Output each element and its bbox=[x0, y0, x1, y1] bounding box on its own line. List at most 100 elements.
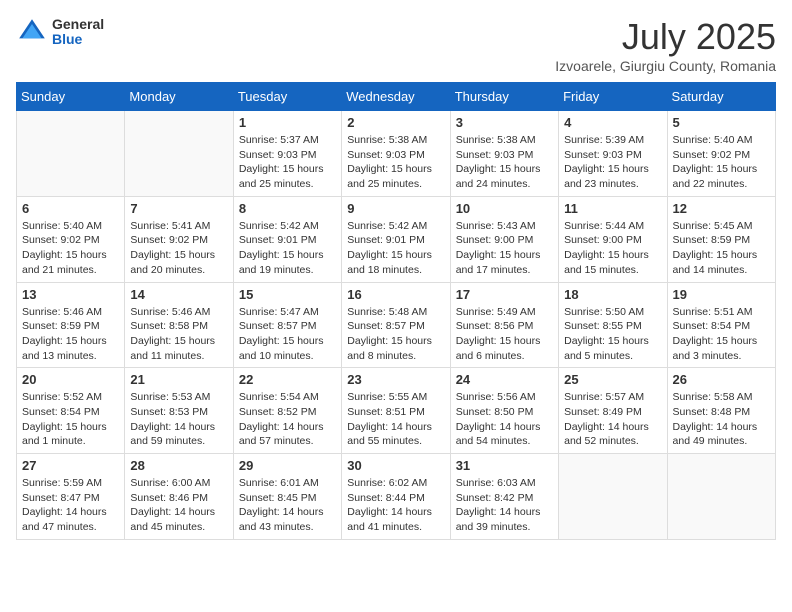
weekday-header-wednesday: Wednesday bbox=[342, 83, 450, 111]
day-number: 30 bbox=[347, 458, 444, 473]
day-number: 16 bbox=[347, 287, 444, 302]
calendar-cell: 24 Sunrise: 5:56 AM Sunset: 8:50 PM Dayli… bbox=[450, 368, 558, 454]
day-info: Sunrise: 5:50 AM Sunset: 8:55 PM Dayligh… bbox=[564, 305, 661, 364]
calendar-cell: 2 Sunrise: 5:38 AM Sunset: 9:03 PM Daylig… bbox=[342, 111, 450, 197]
weekday-row: SundayMondayTuesdayWednesdayThursdayFrid… bbox=[17, 83, 776, 111]
day-info: Sunrise: 5:52 AM Sunset: 8:54 PM Dayligh… bbox=[22, 390, 119, 449]
calendar-cell: 19 Sunrise: 5:51 AM Sunset: 8:54 PM Dayli… bbox=[667, 282, 775, 368]
calendar-cell: 20 Sunrise: 5:52 AM Sunset: 8:54 PM Dayli… bbox=[17, 368, 125, 454]
day-info: Sunrise: 5:49 AM Sunset: 8:56 PM Dayligh… bbox=[456, 305, 553, 364]
day-number: 23 bbox=[347, 372, 444, 387]
day-info: Sunrise: 5:45 AM Sunset: 8:59 PM Dayligh… bbox=[673, 219, 770, 278]
day-info: Sunrise: 5:42 AM Sunset: 9:01 PM Dayligh… bbox=[347, 219, 444, 278]
day-number: 1 bbox=[239, 115, 336, 130]
logo-blue-text: Blue bbox=[52, 32, 104, 47]
day-number: 20 bbox=[22, 372, 119, 387]
day-info: Sunrise: 5:53 AM Sunset: 8:53 PM Dayligh… bbox=[130, 390, 227, 449]
calendar-week-row: 20 Sunrise: 5:52 AM Sunset: 8:54 PM Dayli… bbox=[17, 368, 776, 454]
calendar-cell: 4Sunrise: 5:39 AM Sunset: 9:03 PM Daylig… bbox=[559, 111, 667, 197]
calendar-week-row: 1 Sunrise: 5:37 AM Sunset: 9:03 PM Daylig… bbox=[17, 111, 776, 197]
calendar-table: SundayMondayTuesdayWednesdayThursdayFrid… bbox=[16, 82, 776, 540]
calendar-cell: 5 Sunrise: 5:40 AM Sunset: 9:02 PM Daylig… bbox=[667, 111, 775, 197]
calendar-cell: 23Sunrise: 5:55 AM Sunset: 8:51 PM Dayli… bbox=[342, 368, 450, 454]
calendar-cell: 21 Sunrise: 5:53 AM Sunset: 8:53 PM Dayli… bbox=[125, 368, 233, 454]
weekday-header-saturday: Saturday bbox=[667, 83, 775, 111]
day-info: Sunrise: 6:01 AM Sunset: 8:45 PM Dayligh… bbox=[239, 476, 336, 535]
weekday-header-thursday: Thursday bbox=[450, 83, 558, 111]
day-number: 27 bbox=[22, 458, 119, 473]
logo-general-text: General bbox=[52, 17, 104, 32]
day-number: 12 bbox=[673, 201, 770, 216]
day-info: Sunrise: 5:40 AM Sunset: 9:02 PM Dayligh… bbox=[673, 133, 770, 192]
calendar-cell: 7 Sunrise: 5:41 AM Sunset: 9:02 PM Daylig… bbox=[125, 196, 233, 282]
day-number: 10 bbox=[456, 201, 553, 216]
day-number: 21 bbox=[130, 372, 227, 387]
day-number: 28 bbox=[130, 458, 227, 473]
calendar-cell: 28 Sunrise: 6:00 AM Sunset: 8:46 PM Dayli… bbox=[125, 454, 233, 540]
day-info: Sunrise: 5:43 AM Sunset: 9:00 PM Dayligh… bbox=[456, 219, 553, 278]
day-info: Sunrise: 5:41 AM Sunset: 9:02 PM Dayligh… bbox=[130, 219, 227, 278]
weekday-header-sunday: Sunday bbox=[17, 83, 125, 111]
calendar-cell: 1 Sunrise: 5:37 AM Sunset: 9:03 PM Daylig… bbox=[233, 111, 341, 197]
day-number: 3 bbox=[456, 115, 553, 130]
calendar-cell: 16Sunrise: 5:48 AM Sunset: 8:57 PM Dayli… bbox=[342, 282, 450, 368]
day-number: 2 bbox=[347, 115, 444, 130]
day-number: 31 bbox=[456, 458, 553, 473]
day-number: 29 bbox=[239, 458, 336, 473]
month-title: July 2025 bbox=[555, 16, 776, 58]
day-info: Sunrise: 5:40 AM Sunset: 9:02 PM Dayligh… bbox=[22, 219, 119, 278]
day-info: Sunrise: 5:46 AM Sunset: 8:58 PM Dayligh… bbox=[130, 305, 227, 364]
day-number: 5 bbox=[673, 115, 770, 130]
calendar-cell bbox=[17, 111, 125, 197]
calendar-week-row: 6 Sunrise: 5:40 AM Sunset: 9:02 PM Daylig… bbox=[17, 196, 776, 282]
day-number: 17 bbox=[456, 287, 553, 302]
calendar-cell: 18 Sunrise: 5:50 AM Sunset: 8:55 PM Dayli… bbox=[559, 282, 667, 368]
day-number: 7 bbox=[130, 201, 227, 216]
day-info: Sunrise: 5:57 AM Sunset: 8:49 PM Dayligh… bbox=[564, 390, 661, 449]
calendar-cell: 29 Sunrise: 6:01 AM Sunset: 8:45 PM Dayli… bbox=[233, 454, 341, 540]
weekday-header-friday: Friday bbox=[559, 83, 667, 111]
calendar-cell: 10 Sunrise: 5:43 AM Sunset: 9:00 PM Dayli… bbox=[450, 196, 558, 282]
title-block: July 2025 Izvoarele, Giurgiu County, Rom… bbox=[555, 16, 776, 74]
day-info: Sunrise: 5:54 AM Sunset: 8:52 PM Dayligh… bbox=[239, 390, 336, 449]
day-number: 24 bbox=[456, 372, 553, 387]
day-number: 19 bbox=[673, 287, 770, 302]
calendar-cell: 12 Sunrise: 5:45 AM Sunset: 8:59 PM Dayli… bbox=[667, 196, 775, 282]
day-info: Sunrise: 5:44 AM Sunset: 9:00 PM Dayligh… bbox=[564, 219, 661, 278]
logo-icon bbox=[16, 16, 48, 48]
day-number: 6 bbox=[22, 201, 119, 216]
day-number: 11 bbox=[564, 201, 661, 216]
day-info: Sunrise: 5:37 AM Sunset: 9:03 PM Dayligh… bbox=[239, 133, 336, 192]
day-info: Sunrise: 5:39 AM Sunset: 9:03 PM Dayligh… bbox=[564, 133, 661, 192]
day-info: Sunrise: 6:00 AM Sunset: 8:46 PM Dayligh… bbox=[130, 476, 227, 535]
day-info: Sunrise: 5:47 AM Sunset: 8:57 PM Dayligh… bbox=[239, 305, 336, 364]
calendar-cell: 9 Sunrise: 5:42 AM Sunset: 9:01 PM Daylig… bbox=[342, 196, 450, 282]
calendar-cell bbox=[667, 454, 775, 540]
calendar-cell: 27 Sunrise: 5:59 AM Sunset: 8:47 PM Dayli… bbox=[17, 454, 125, 540]
calendar-cell: 15Sunrise: 5:47 AM Sunset: 8:57 PM Dayli… bbox=[233, 282, 341, 368]
calendar-cell: 11 Sunrise: 5:44 AM Sunset: 9:00 PM Dayli… bbox=[559, 196, 667, 282]
day-number: 8 bbox=[239, 201, 336, 216]
day-info: Sunrise: 6:03 AM Sunset: 8:42 PM Dayligh… bbox=[456, 476, 553, 535]
logo: General Blue bbox=[16, 16, 104, 48]
calendar-week-row: 13 Sunrise: 5:46 AM Sunset: 8:59 PM Dayli… bbox=[17, 282, 776, 368]
calendar-cell: 31 Sunrise: 6:03 AM Sunset: 8:42 PM Dayli… bbox=[450, 454, 558, 540]
day-number: 18 bbox=[564, 287, 661, 302]
calendar-cell: 8Sunrise: 5:42 AM Sunset: 9:01 PM Daylig… bbox=[233, 196, 341, 282]
calendar-cell: 6 Sunrise: 5:40 AM Sunset: 9:02 PM Daylig… bbox=[17, 196, 125, 282]
day-info: Sunrise: 5:56 AM Sunset: 8:50 PM Dayligh… bbox=[456, 390, 553, 449]
day-number: 22 bbox=[239, 372, 336, 387]
day-number: 13 bbox=[22, 287, 119, 302]
day-number: 26 bbox=[673, 372, 770, 387]
location-subtitle: Izvoarele, Giurgiu County, Romania bbox=[555, 58, 776, 74]
day-number: 9 bbox=[347, 201, 444, 216]
day-info: Sunrise: 6:02 AM Sunset: 8:44 PM Dayligh… bbox=[347, 476, 444, 535]
day-info: Sunrise: 5:51 AM Sunset: 8:54 PM Dayligh… bbox=[673, 305, 770, 364]
day-info: Sunrise: 5:46 AM Sunset: 8:59 PM Dayligh… bbox=[22, 305, 119, 364]
day-info: Sunrise: 5:38 AM Sunset: 9:03 PM Dayligh… bbox=[456, 133, 553, 192]
day-info: Sunrise: 5:38 AM Sunset: 9:03 PM Dayligh… bbox=[347, 133, 444, 192]
calendar-cell: 22 Sunrise: 5:54 AM Sunset: 8:52 PM Dayli… bbox=[233, 368, 341, 454]
calendar-cell: 30 Sunrise: 6:02 AM Sunset: 8:44 PM Dayli… bbox=[342, 454, 450, 540]
day-number: 14 bbox=[130, 287, 227, 302]
day-info: Sunrise: 5:59 AM Sunset: 8:47 PM Dayligh… bbox=[22, 476, 119, 535]
